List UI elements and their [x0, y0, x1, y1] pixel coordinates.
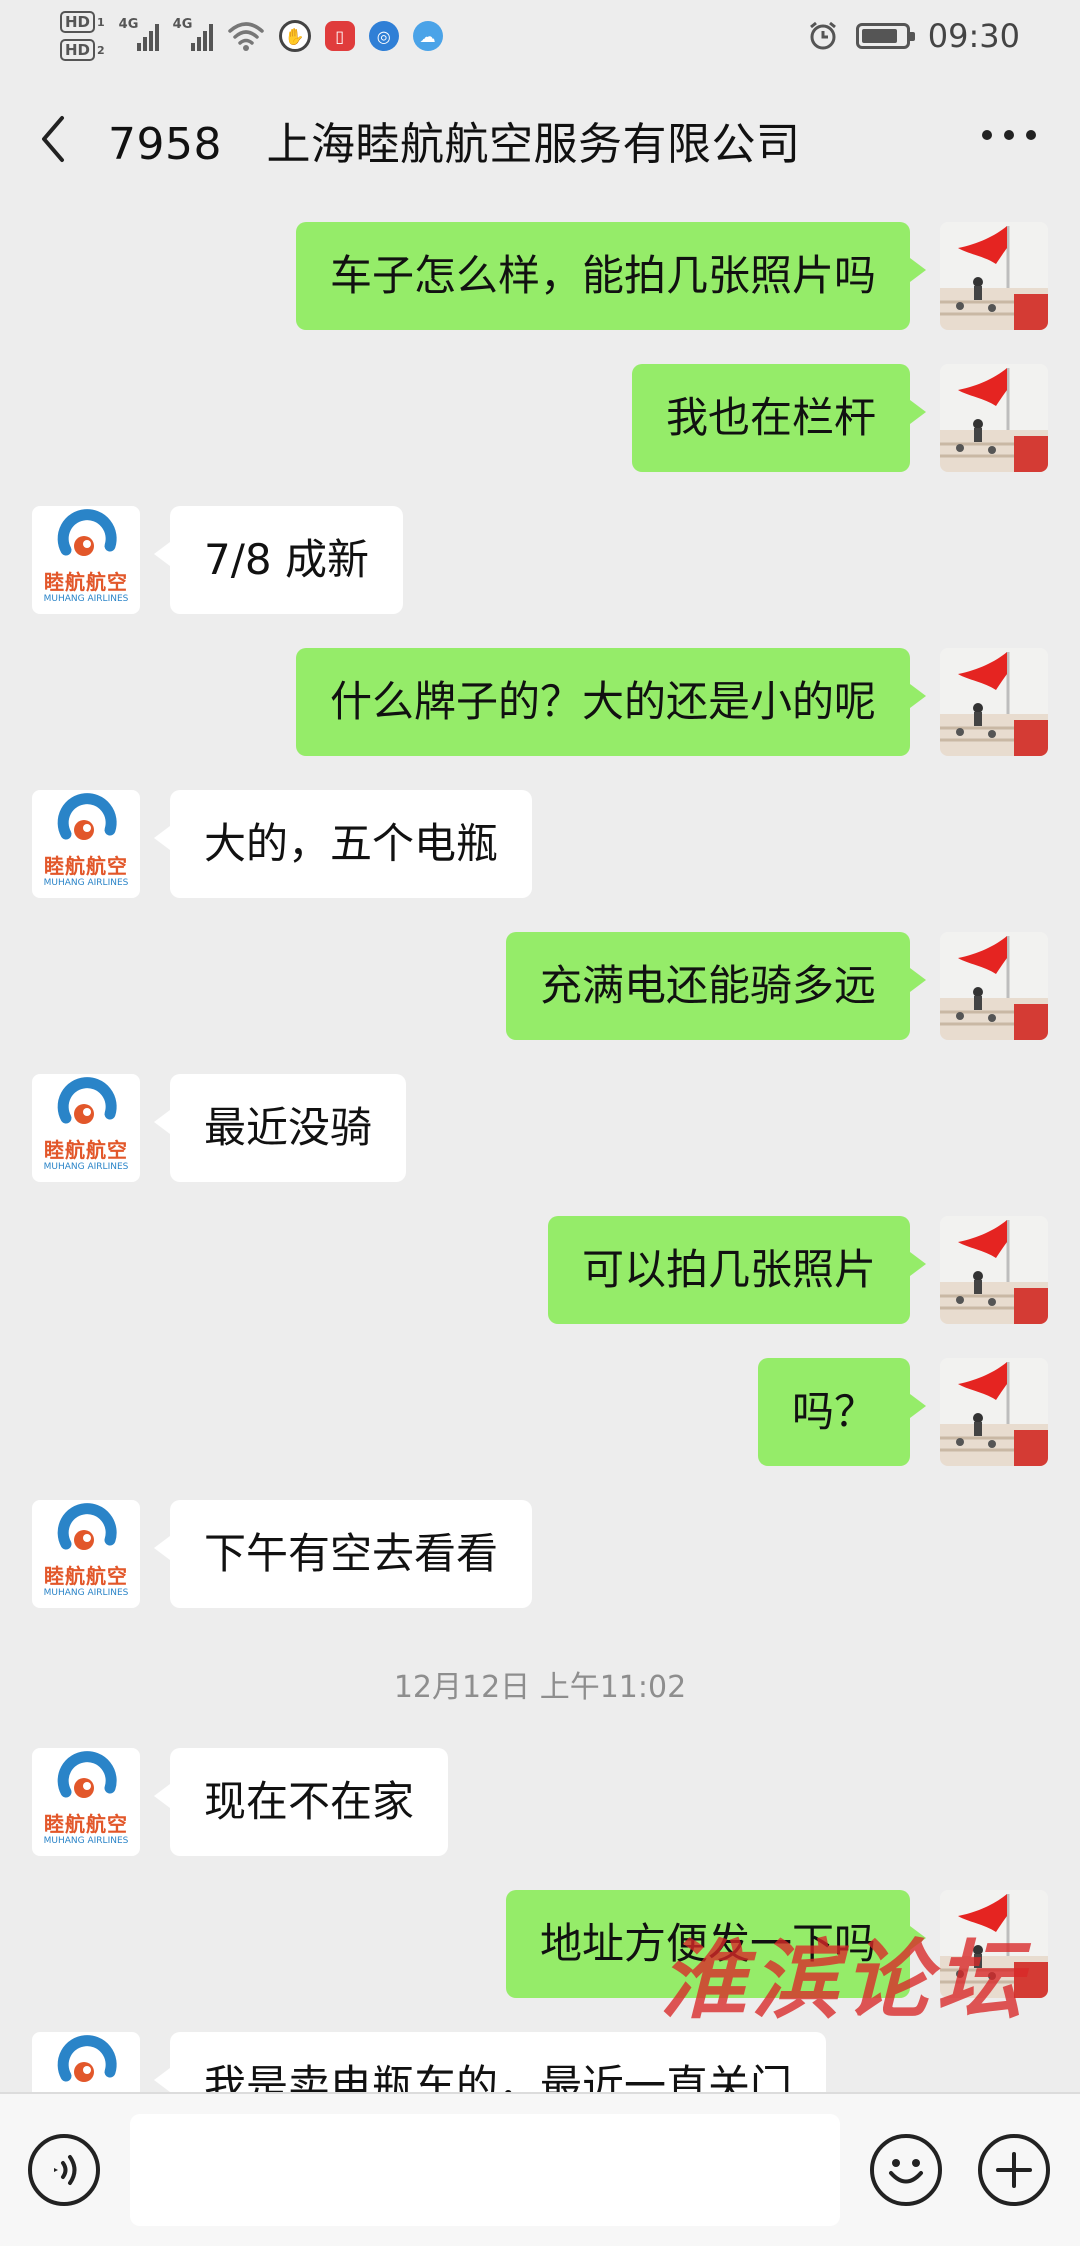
logo-text: 睦航航空 — [44, 1812, 128, 1836]
logo-text: 睦航航空 — [44, 1138, 128, 1162]
red-book-icon: ▯ — [324, 21, 355, 51]
message-bubble[interactable]: 大的，五个电瓶 — [153, 790, 533, 898]
user-avatar[interactable] — [940, 364, 1048, 472]
chat-title: 7958 上海睦航航空服务有限公司 — [108, 119, 801, 170]
logo-subtext: MUHANG AIRLINES — [43, 878, 129, 888]
user-avatar[interactable] — [940, 222, 1048, 330]
message-timestamp: 12月12日 上午11:02 — [393, 1670, 687, 1705]
user-avatar[interactable] — [940, 1216, 1048, 1324]
logo-subtext: MUHANG AIRLINES — [43, 1836, 129, 1846]
message-bubble[interactable]: 充满电还能骑多远 — [505, 932, 927, 1040]
hd1-indicator: HD 1 — [60, 11, 105, 33]
message-list[interactable]: 车子怎么样，能拍几张照片吗 我也在栏杆 睦航航空 MUHANG AIRLINES … — [0, 202, 1080, 2092]
user-avatar[interactable] — [940, 1890, 1048, 1998]
signal-1-icon: 4G — [119, 17, 159, 51]
message-bubble[interactable]: 现在不在家 — [153, 1748, 449, 1856]
status-bar: HD 1 HD 2 4G 4G ✋ ▯ ◎ ☁ 09:30 — [0, 0, 1080, 70]
logo-text: 睦航航空 — [44, 570, 128, 594]
signal-2-icon: 4G — [173, 17, 213, 51]
plus-icon[interactable] — [978, 2134, 1050, 2206]
logo-text: 睦航航空 — [44, 854, 128, 878]
message-bubble[interactable]: 7/8 成新 — [154, 506, 403, 614]
contact-avatar[interactable]: 睦航航空MUHANG AIRLINES — [32, 1074, 140, 1182]
contact-avatar[interactable]: 睦航航空MUHANG AIRLINES — [32, 790, 140, 898]
message-bubble[interactable]: 下午有空去看看 — [153, 1500, 533, 1608]
voice-icon[interactable] — [28, 2134, 100, 2206]
message-bubble[interactable]: 什么牌子的？大的还是小的呢 — [295, 648, 927, 756]
more-icon[interactable] — [982, 130, 1036, 144]
message-bubble[interactable]: 我是卖电瓶车的，最近一直关门 — [153, 2032, 827, 2092]
contact-avatar[interactable]: 睦航航空MUHANG AIRLINES — [32, 506, 140, 614]
contact-avatar[interactable]: 睦航航空MUHANG AIRLINES — [32, 2032, 140, 2092]
emoji-icon[interactable] — [870, 2134, 942, 2206]
cloud-icon: ☁ — [412, 21, 443, 51]
user-avatar[interactable] — [940, 1358, 1048, 1466]
input-bar — [0, 2092, 1080, 2246]
logo-subtext: MUHANG AIRLINES — [43, 1162, 129, 1172]
message-input[interactable] — [130, 2114, 840, 2226]
wifi-icon — [227, 22, 264, 51]
message-bubble[interactable]: 可以拍几张照片 — [547, 1216, 927, 1324]
message-bubble[interactable]: 我也在栏杆 — [631, 364, 927, 472]
contact-avatar[interactable]: 睦航航空MUHANG AIRLINES — [32, 1748, 140, 1856]
hand-icon: ✋ — [278, 20, 311, 52]
message-bubble[interactable]: 最近没骑 — [153, 1074, 407, 1182]
hd2-indicator: HD 2 — [60, 39, 105, 61]
logo-subtext: MUHANG AIRLINES — [43, 1588, 129, 1598]
battery-icon — [855, 23, 915, 49]
status-time: 09:30 — [927, 17, 1020, 55]
contact-avatar[interactable]: 睦航航空MUHANG AIRLINES — [32, 1500, 140, 1608]
logo-text: 睦航航空 — [44, 1564, 128, 1588]
browser-icon: ◎ — [368, 21, 399, 51]
message-bubble[interactable]: 吗？ — [757, 1358, 927, 1466]
message-bubble[interactable]: 车子怎么样，能拍几张照片吗 — [295, 222, 927, 330]
logo-subtext: MUHANG AIRLINES — [43, 594, 129, 604]
alarm-icon — [809, 21, 836, 50]
back-arrow-icon[interactable] — [38, 114, 68, 164]
user-avatar[interactable] — [940, 932, 1048, 1040]
message-bubble[interactable]: 地址方便发一下吗 — [505, 1890, 927, 1998]
user-avatar[interactable] — [940, 648, 1048, 756]
chat-header: 7958 上海睦航航空服务有限公司 — [0, 70, 1080, 202]
